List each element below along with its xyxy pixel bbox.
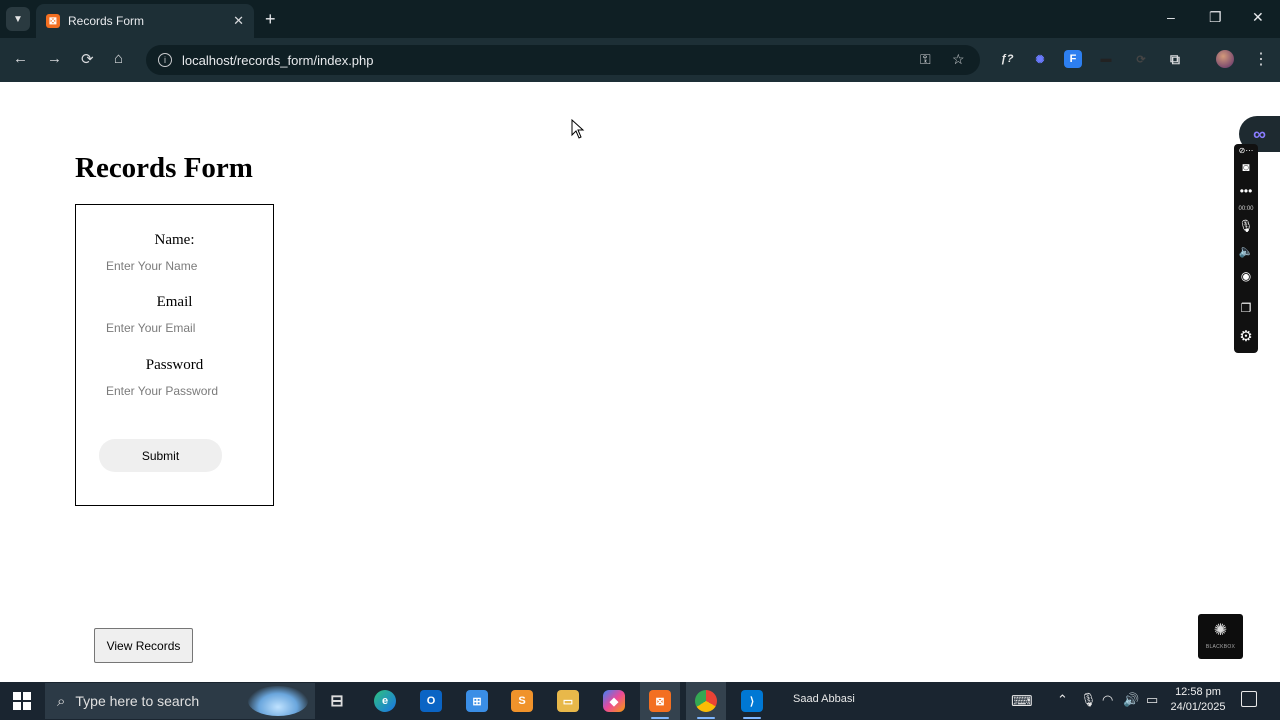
microsoft-store-icon[interactable]: ⊞ bbox=[466, 690, 488, 712]
reload-button[interactable]: ⟳ bbox=[81, 50, 94, 68]
name-input[interactable] bbox=[106, 255, 256, 277]
screen-copy-icon[interactable]: ❐ bbox=[1234, 301, 1258, 315]
tab-close-icon[interactable]: ✕ bbox=[233, 13, 244, 29]
sublime-text-icon[interactable]: S bbox=[511, 690, 533, 712]
browser-menu-icon[interactable]: ⋮ bbox=[1253, 49, 1269, 69]
notification-center-icon[interactable] bbox=[1241, 691, 1257, 707]
tab-records-form[interactable]: ⊠ Records Form ✕ bbox=[36, 4, 254, 38]
copilot-icon[interactable]: ◆ bbox=[603, 690, 625, 712]
profile-avatar[interactable] bbox=[1216, 50, 1234, 68]
page-title: Records Form bbox=[75, 152, 253, 184]
email-label: Email bbox=[156, 294, 193, 310]
submit-button[interactable]: Submit bbox=[99, 439, 222, 472]
blackbox-logo-icon: ✺ bbox=[1213, 622, 1228, 639]
minimize-button[interactable]: – bbox=[1167, 9, 1175, 25]
tab-title: Records Form bbox=[68, 14, 145, 28]
mouse-cursor-icon bbox=[571, 119, 585, 139]
blue-f-extension-icon[interactable]: F bbox=[1064, 50, 1082, 68]
volume-icon[interactable]: 🔊 bbox=[1123, 692, 1139, 708]
webcam-icon[interactable]: ◉ bbox=[1234, 269, 1258, 283]
records-form: Name: Email Password Submit bbox=[75, 204, 274, 506]
xampp-running-indicator bbox=[651, 717, 669, 719]
keyboard-icon[interactable]: ⌨ bbox=[1011, 692, 1033, 710]
vscode-running-indicator bbox=[743, 717, 761, 719]
password-key-icon[interactable]: ⚿ bbox=[920, 51, 931, 68]
recorder-panel: ⊘⋯ ◙ ••• 00:00 🎙 🔈 ◉ ❐ ⚙ bbox=[1234, 144, 1258, 353]
settings-gear-icon[interactable]: ⚙ bbox=[1234, 327, 1258, 345]
windows-start-icon[interactable] bbox=[13, 692, 31, 710]
page-content: Records Form Name: Email Password Submit… bbox=[0, 82, 1280, 682]
tab-search-chevron-icon[interactable]: ▼ bbox=[6, 7, 30, 31]
wifi-icon[interactable]: ◠ bbox=[1102, 692, 1113, 708]
bookmark-star-icon[interactable]: ☆ bbox=[952, 51, 965, 68]
taskbar-search-text: Type here to search bbox=[75, 693, 200, 709]
tab-strip: ▼ ⊠ Records Form ✕ + – ❐ ✕ bbox=[0, 0, 1280, 38]
vscode-icon[interactable]: ⟩ bbox=[741, 690, 763, 712]
address-bar[interactable]: i localhost/records_form/index.php bbox=[146, 45, 980, 75]
back-button[interactable]: ← bbox=[13, 50, 28, 67]
speaker-icon[interactable]: 🔈 bbox=[1234, 244, 1258, 258]
outlook-icon[interactable]: O bbox=[420, 690, 442, 712]
search-icon: ⌕ bbox=[57, 692, 66, 710]
microphone-icon[interactable]: 🎙 bbox=[1234, 219, 1258, 233]
battery-icon[interactable]: ▭ bbox=[1146, 692, 1158, 708]
sparkle-extension-icon[interactable]: ✺ bbox=[1031, 50, 1049, 68]
edge-browser-icon[interactable]: e bbox=[374, 690, 396, 712]
fx-extension-icon[interactable]: ƒ? bbox=[998, 50, 1016, 68]
chrome-icon[interactable] bbox=[695, 690, 717, 712]
more-dots-icon[interactable]: ••• bbox=[1234, 184, 1258, 198]
close-window-button[interactable]: ✕ bbox=[1252, 9, 1264, 26]
tray-expand-icon[interactable]: ⌃ bbox=[1057, 692, 1068, 708]
camera-icon[interactable]: ◙ bbox=[1234, 160, 1258, 174]
file-explorer-icon[interactable]: ▭ bbox=[557, 690, 579, 712]
blackbox-widget[interactable]: ✺ BLACKBOX bbox=[1198, 614, 1243, 659]
site-info-icon[interactable]: i bbox=[158, 53, 172, 67]
new-tab-button[interactable]: + bbox=[265, 9, 276, 30]
xampp-favicon-icon: ⊠ bbox=[46, 14, 60, 28]
microphone-tray-icon[interactable]: 🎙 bbox=[1080, 692, 1097, 708]
home-button[interactable]: ⌂ bbox=[114, 50, 123, 67]
search-highlight-image bbox=[248, 686, 308, 716]
chrome-running-indicator bbox=[697, 717, 715, 719]
task-view-icon[interactable]: ⊟ bbox=[326, 690, 348, 712]
password-input[interactable] bbox=[106, 380, 256, 402]
url-text[interactable]: localhost/records_form/index.php bbox=[182, 53, 374, 68]
clock-date: 24/01/2025 bbox=[1170, 701, 1226, 713]
blackbox-label: BLACKBOX bbox=[1205, 644, 1236, 650]
password-label: Password bbox=[145, 357, 204, 373]
view-records-button[interactable]: View Records bbox=[94, 628, 193, 663]
email-input[interactable] bbox=[106, 317, 256, 339]
taskbar-clock[interactable]: 12:58 pm 24/01/2025 bbox=[1168, 685, 1228, 715]
clock-time: 12:58 pm bbox=[1175, 686, 1221, 698]
sync-extension-icon[interactable]: ⟳ bbox=[1132, 50, 1150, 68]
recorder-pin-icon[interactable]: ⊘⋯ bbox=[1234, 146, 1258, 155]
xampp-icon[interactable]: ⊠ bbox=[649, 690, 671, 712]
puzzle-extensions-icon[interactable]: ⧉ bbox=[1166, 50, 1184, 68]
dark-extension-icon[interactable]: ▬ bbox=[1097, 50, 1115, 68]
taskbar-user-name[interactable]: Saad Abbasi bbox=[793, 693, 855, 705]
name-label: Name: bbox=[154, 232, 195, 248]
forward-button[interactable]: → bbox=[47, 50, 62, 67]
restore-button[interactable]: ❐ bbox=[1209, 9, 1222, 26]
recorder-timer: 00:00 bbox=[1238, 206, 1254, 212]
